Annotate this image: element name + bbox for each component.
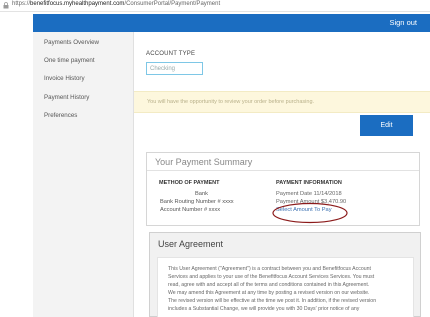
agreement-line: The revised version will be effective at… [168, 298, 377, 304]
review-notice-text: You will have the opportunity to review … [147, 99, 315, 105]
agreement-line: Services and applies to your use of the … [168, 274, 375, 280]
sidebar: Payments Overview One time payment Invoi… [33, 14, 134, 317]
highlight-ellipse [272, 202, 348, 224]
review-notice-banner: You will have the opportunity to review … [134, 91, 430, 113]
lock-icon [3, 2, 9, 9]
sidebar-item-invoice-history[interactable]: Invoice History [44, 75, 85, 82]
payment-information-heading: PAYMENT INFORMATION [276, 180, 342, 186]
user-agreement-text[interactable]: This User Agreement ("Agreement") is a c… [157, 257, 414, 317]
method-account-number: Account Number # xxxx [160, 207, 221, 213]
address-bar[interactable]: https://benefitfocus.myhealthpayment.com… [0, 0, 430, 12]
agreement-line: includes a Substantial Change, we will p… [168, 306, 360, 312]
agreement-line: This User Agreement ("Agreement") is a c… [168, 266, 371, 272]
account-type-select[interactable]: Checking [146, 62, 203, 75]
agreement-line: read, agree with and accept all of the t… [168, 282, 370, 288]
sidebar-item-payment-history[interactable]: Payment History [44, 94, 89, 101]
sidebar-item-preferences[interactable]: Preferences [44, 112, 77, 119]
sidebar-item-payments-overview[interactable]: Payments Overview [44, 39, 99, 46]
sidebar-item-one-time-payment[interactable]: One time payment [44, 57, 95, 64]
user-agreement-panel: User Agreement This User Agreement ("Agr… [149, 232, 421, 317]
method-routing-number: Bank Routing Number # xxxx [160, 199, 234, 205]
sign-out-link[interactable]: Sign out [389, 18, 417, 27]
url-text: https://benefitfocus.myhealthpayment.com… [12, 1, 221, 7]
top-navigation-bar: Sign out [33, 14, 430, 32]
payment-date: Payment Date 11/14/2018 [276, 191, 342, 197]
summary-divider [147, 170, 419, 171]
user-agreement-title: User Agreement [158, 239, 224, 249]
account-type-label: ACCOUNT TYPE [146, 51, 196, 57]
method-bank: Bank [195, 191, 208, 197]
payment-summary-title: Your Payment Summary [155, 157, 253, 167]
agreement-line: We may amend this Agreement at any time … [168, 290, 370, 296]
method-of-payment-heading: METHOD OF PAYMENT [159, 180, 220, 186]
edit-button[interactable]: Edit [360, 115, 413, 136]
